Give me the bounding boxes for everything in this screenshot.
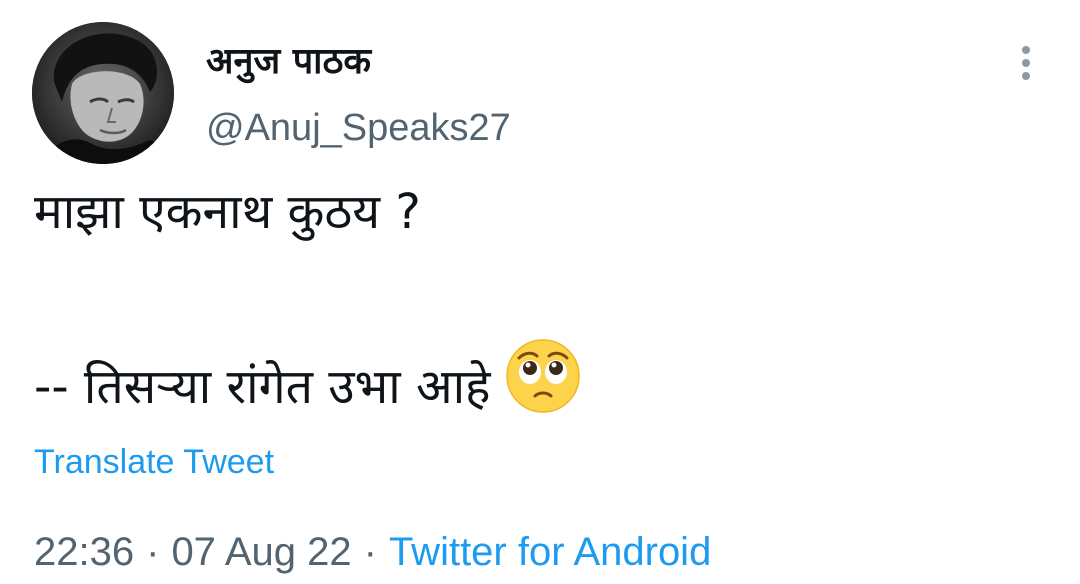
tweet-source-link[interactable]: Twitter for Android — [389, 530, 711, 574]
tweet-date[interactable]: 07 Aug 22 — [171, 530, 351, 574]
tweet-card: अनुज पाठक @Anuj_Speaks27 माझा एकनाथ कुठय… — [0, 0, 1080, 584]
avatar[interactable] — [32, 22, 174, 164]
author-handle[interactable]: @Anuj_Speaks27 — [206, 104, 511, 152]
pleading-face-emoji-icon — [505, 338, 581, 430]
tweet-text-line-2: -- तिसऱ्या रांगेत उभा आहे — [34, 339, 581, 436]
more-options-icon[interactable] — [1008, 40, 1044, 86]
avatar-photo — [32, 22, 174, 164]
separator-dot: · — [363, 530, 377, 574]
tweet-text-line-1: माझा एकनाथ कुठय ? — [34, 184, 421, 240]
author-display-name[interactable]: अनुज पाठक — [206, 38, 371, 86]
tweet-text-line-2-text: -- तिसऱ्या रांगेत उभा आहे — [34, 359, 491, 415]
separator-dot: · — [146, 530, 160, 574]
translate-tweet-link[interactable]: Translate Tweet — [34, 440, 274, 484]
tweet-metadata: 22:36 · 07 Aug 22 · Twitter for Android — [34, 526, 711, 578]
tweet-time[interactable]: 22:36 — [34, 530, 134, 574]
